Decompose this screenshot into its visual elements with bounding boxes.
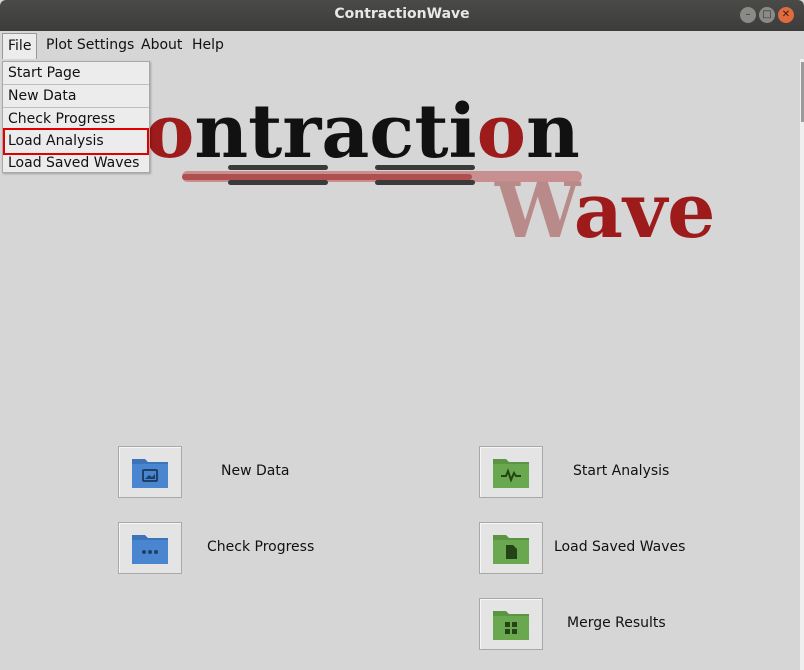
waveform-folder-icon xyxy=(493,459,529,488)
logo-line2: Wave xyxy=(494,166,716,255)
new-data-label: New Data xyxy=(221,463,290,479)
grid-folder-icon xyxy=(493,611,529,640)
start-analysis-button[interactable] xyxy=(479,446,543,498)
new-data-button[interactable] xyxy=(118,446,182,498)
merge-results-label: Merge Results xyxy=(567,615,666,631)
menu-item-start-page[interactable]: Start Page xyxy=(3,62,149,84)
start-analysis-label: Start Analysis xyxy=(573,463,670,479)
menu-item-new-data[interactable]: New Data xyxy=(3,84,149,107)
load-saved-waves-label: Load Saved Waves xyxy=(554,539,686,555)
check-progress-label: Check Progress xyxy=(207,539,315,555)
menu-item-check-progress[interactable]: Check Progress xyxy=(3,107,149,130)
menu-item-load-saved-waves[interactable]: Load Saved Waves xyxy=(3,152,149,174)
image-folder-icon xyxy=(132,459,168,488)
progress-folder-icon xyxy=(132,535,168,564)
load-saved-waves-button[interactable] xyxy=(479,522,543,574)
highlight-box xyxy=(3,128,149,155)
logo-line1: ontraction xyxy=(145,89,580,175)
file-menu-dropdown: Start Page New Data Check Progress Load … xyxy=(2,61,150,173)
merge-results-button[interactable] xyxy=(479,598,543,650)
document-folder-icon xyxy=(493,535,529,564)
check-progress-button[interactable] xyxy=(118,522,182,574)
